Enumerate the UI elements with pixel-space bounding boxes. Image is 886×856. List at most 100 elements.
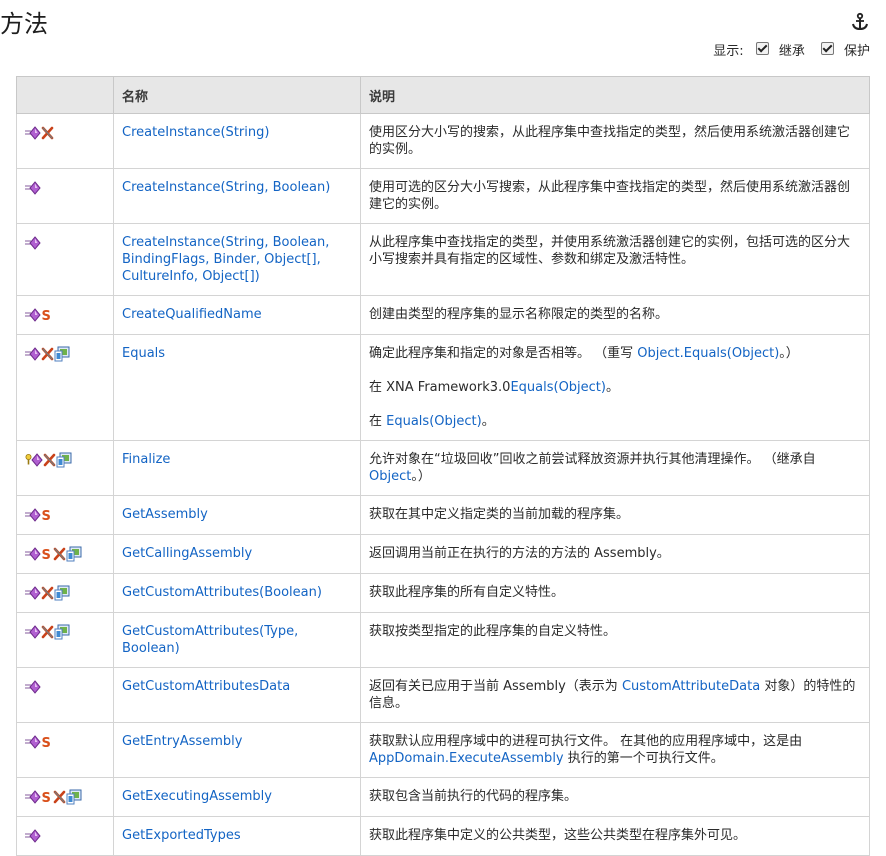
static-icon: S [41,735,53,749]
method-name-link[interactable]: GetCustomAttributes(Type, Boolean) [122,624,298,656]
member-icons-cell [16,816,114,856]
description-text: 允许对象在“垃圾回收”回收之前尝试释放资源并执行其他清理操作。 （继承自 [369,452,816,467]
description-link[interactable]: AppDomain.ExecuteAssembly [369,751,564,766]
xna-framework-icon [41,126,54,140]
description-text: 在 [369,414,387,429]
description-link[interactable]: CustomAttributeData [622,679,760,694]
xna-framework-icon [41,625,54,639]
method-name-link[interactable]: Equals [122,346,165,361]
public-method-icon [25,829,41,843]
name-column-header: 名称 [113,76,361,114]
member-name-cell: Equals [113,334,361,441]
anchor-icon[interactable] [850,12,870,32]
public-method-icon [25,586,41,600]
description-paragraph: 获取在其中定义指定类的当前加载的程序集。 [369,506,861,523]
description-link[interactable]: Object.Equals(Object) [637,346,779,361]
protected-checkbox-label: 保护 [843,44,870,59]
public-method-icon [25,308,41,322]
description-text: 获取此程序集中定义的公共类型，这些公共类型在程序集外可见。 [369,828,747,843]
member-name-cell: GetExportedTypes [113,816,361,856]
method-name-link[interactable]: GetCallingAssembly [122,546,252,561]
description-text: 。） [411,469,431,484]
description-text: 返回调用当前正在执行的方法的方法的 Assembly。 [369,546,670,561]
xna-framework-icon [53,547,66,561]
description-paragraph: 从此程序集中查找指定的类型，并使用系统激活器创建它的实例，包括可选的区分大小写搜… [369,234,861,268]
table-row: Finalize 允许对象在“垃圾回收”回收之前尝试释放资源并执行其他清理操作。 … [16,440,870,496]
description-paragraph: 允许对象在“垃圾回收”回收之前尝试释放资源并执行其他清理操作。 （继承自 Obj… [369,451,861,485]
member-name-cell: CreateInstance(String, Boolean, BindingF… [113,223,361,296]
svg-text:S: S [42,309,51,322]
member-description-cell: 获取此程序集的所有自定义特性。 [360,573,870,613]
description-paragraph: 使用可选的区分大小写搜索，从此程序集中查找指定的类型，然后使用系统激活器创建它的… [369,179,861,213]
xna-framework-icon [41,347,54,361]
table-row: GetCustomAttributes(Boolean) 获取此程序集的所有自定义… [16,573,870,613]
xna-framework-icon [43,453,56,467]
member-icons-cell [16,440,114,496]
public-method-icon [25,625,41,639]
member-description-cell: 允许对象在“垃圾回收”回收之前尝试释放资源并执行其他清理操作。 （继承自 Obj… [360,440,870,496]
description-text: 获取按类型指定的此程序集的自定义特性。 [369,624,617,639]
member-description-cell: 返回调用当前正在执行的方法的方法的 Assembly。 [360,534,870,574]
member-description-cell: 创建由类型的程序集的显示名称限定的类型的名称。 [360,295,870,335]
description-text: 使用区分大小写的搜索，从此程序集中查找指定的类型，然后使用系统激活器创建它的实例… [369,125,851,157]
method-name-link[interactable]: GetCustomAttributes(Boolean) [122,585,322,600]
inherited-checkbox[interactable] [755,42,769,55]
method-name-link[interactable]: GetCustomAttributesData [122,679,290,694]
description-paragraph: 获取默认应用程序域中的进程可执行文件。 在其他的应用程序域中，这是由 AppDo… [369,733,861,767]
filter-label: 显示: [713,44,744,59]
member-icons-cell [16,168,114,224]
member-icons-cell [16,113,114,169]
description-text: 。 [605,380,619,395]
member-icons-cell: S [16,777,114,817]
member-description-cell: 使用区分大小写的搜索，从此程序集中查找指定的类型，然后使用系统激活器创建它的实例… [360,113,870,169]
svg-text:S: S [42,736,51,749]
table-row: S GetCallingAssembly 返回调用当前正在执行的方法的方法的 Ass… [16,534,870,574]
method-name-link[interactable]: CreateQualifiedName [122,307,262,322]
description-text: 确定此程序集和指定的对象是否相等。 （重写 [369,346,638,361]
member-name-cell: CreateQualifiedName [113,295,361,335]
description-text: 从此程序集中查找指定的类型，并使用系统激活器创建它的实例，包括可选的区分大小写搜… [369,235,851,267]
description-text: 在 XNA Framework3.0 [369,380,511,395]
description-column-header: 说明 [360,76,870,114]
public-method-icon [25,547,41,561]
public-method-icon [25,680,41,694]
member-description-cell: 从此程序集中查找指定的类型，并使用系统激活器创建它的实例，包括可选的区分大小写搜… [360,223,870,296]
public-method-icon [25,236,41,250]
svg-text:S: S [42,791,51,804]
method-name-link[interactable]: GetAssembly [122,507,208,522]
description-link[interactable]: Object [369,469,411,484]
member-icons-cell [16,667,114,723]
static-icon: S [41,308,53,322]
member-filter-bar: 显示: 继承 保护 [713,40,870,59]
method-name-link[interactable]: GetExecutingAssembly [122,789,272,804]
protected-checkbox[interactable] [820,42,834,55]
description-paragraph: 返回调用当前正在执行的方法的方法的 Assembly。 [369,545,861,562]
description-text: 获取此程序集的所有自定义特性。 [369,585,565,600]
description-text: 。 [481,414,495,429]
method-name-link[interactable]: Finalize [122,452,170,467]
member-name-cell: GetAssembly [113,495,361,535]
member-icons-cell: S [16,495,114,535]
description-paragraph: 在 Equals(Object)。 [369,413,861,430]
table-header-row: 名称 说明 [16,76,870,114]
table-row: S CreateQualifiedName 创建由类型的程序集的显示名称限定的类型的… [16,295,870,335]
table-row: S GetEntryAssembly 获取默认应用程序域中的进程可执行文件。 在其他… [16,722,870,778]
description-link[interactable]: Equals(Object) [386,414,482,429]
method-name-link[interactable]: CreateInstance(String) [122,125,269,140]
method-name-link[interactable]: GetEntryAssembly [122,734,242,749]
method-name-link[interactable]: CreateInstance(String, Boolean) [122,180,330,195]
member-name-cell: GetEntryAssembly [113,722,361,778]
portable-library-icon [66,546,82,562]
member-description-cell: 获取此程序集中定义的公共类型，这些公共类型在程序集外可见。 [360,816,870,856]
portable-library-icon [54,585,70,601]
description-text: 执行的第一个可执行文件。 [563,751,724,766]
description-text: 获取默认应用程序域中的进程可执行文件。 在其他的应用程序域中，这是由 [369,734,803,749]
method-name-link[interactable]: CreateInstance(String, Boolean, BindingF… [122,235,329,284]
table-row: CreateInstance(String, Boolean, BindingF… [16,223,870,296]
description-link[interactable]: Equals(Object) [510,380,606,395]
page-title: 方法 [0,10,48,38]
public-method-icon [25,181,41,195]
member-description-cell: 获取按类型指定的此程序集的自定义特性。 [360,612,870,668]
member-name-cell: GetExecutingAssembly [113,777,361,817]
method-name-link[interactable]: GetExportedTypes [122,828,241,843]
